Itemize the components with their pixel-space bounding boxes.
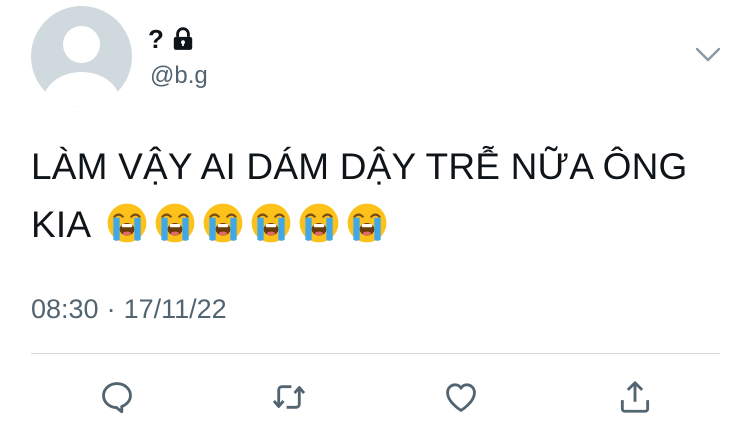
avatar-head-shape [63,26,100,63]
loudly-crying-face-emoji [298,202,340,244]
loudly-crying-face-emoji [202,202,244,244]
reply-icon [102,382,132,414]
tweet-timestamp: 08:30 · 17/11/22 [31,294,227,325]
like-button[interactable] [441,377,481,417]
loudly-crying-face-emoji [250,202,292,244]
chevron-down-icon[interactable] [694,44,722,66]
avatar[interactable] [31,6,132,107]
share-button[interactable] [615,377,655,417]
retweet-button[interactable] [269,377,309,417]
author-name-row: ? [148,24,196,54]
loudly-crying-face-emoji [106,202,148,244]
reply-button[interactable] [97,377,137,417]
lock-icon [173,27,193,50]
tweet-date[interactable]: 17/11/22 [124,294,227,325]
avatar-body-shape [43,72,120,107]
timestamp-separator: · [106,294,116,324]
loudly-crying-face-emoji [346,202,388,244]
share-icon [620,381,650,413]
emoji-row [100,202,388,245]
heart-icon [446,383,476,412]
loudly-crying-face-emoji [154,202,196,244]
tweet-text: LÀM VẬY AI DÁM DẬY TRỄ NỮA ÔNG KIA [31,138,731,254]
divider [31,353,720,354]
author-handle[interactable]: @b.g [150,62,208,90]
retweet-icon [272,385,306,409]
tweet-time[interactable]: 08:30 [31,294,99,325]
author-display-name[interactable]: ? [148,24,164,55]
